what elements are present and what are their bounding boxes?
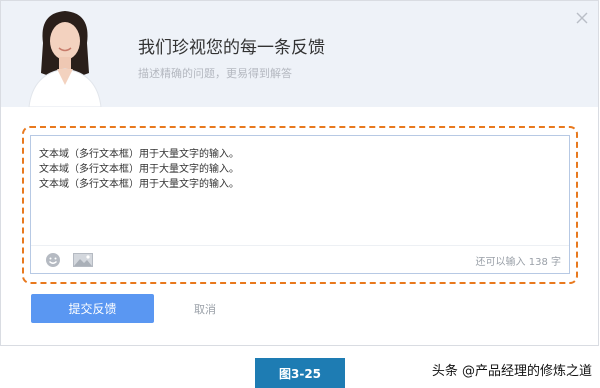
feedback-dialog: 我们珍视您的每一条反馈 描述精确的问题，更易得到解答 文本域（多行文本框）用于大…	[0, 0, 599, 346]
figure-caption: 图3-25	[255, 358, 345, 388]
dialog-title: 我们珍视您的每一条反馈	[138, 38, 325, 58]
feedback-textarea-container: 文本域（多行文本框）用于大量文字的输入。 文本域（多行文本框）用于大量文字的输入…	[30, 135, 570, 274]
dialog-header: 我们珍视您的每一条反馈 描述精确的问题，更易得到解答	[1, 1, 598, 107]
emoji-icon[interactable]	[45, 252, 61, 268]
support-agent-avatar	[28, 11, 102, 107]
textarea-line: 文本域（多行文本框）用于大量文字的输入。	[39, 149, 239, 160]
textarea-line: 文本域（多行文本框）用于大量文字的输入。	[39, 179, 239, 190]
textarea-line: 文本域（多行文本框）用于大量文字的输入。	[39, 164, 239, 175]
cancel-button[interactable]: 取消	[183, 294, 227, 323]
watermark: 头条 @产品经理的修炼之道	[431, 364, 592, 379]
image-icon[interactable]	[73, 253, 93, 267]
dialog-subtitle: 描述精确的问题，更易得到解答	[138, 67, 292, 80]
close-icon[interactable]	[575, 11, 589, 25]
textarea-toolbar: 还可以输入 138 字	[31, 245, 569, 274]
submit-feedback-button[interactable]: 提交反馈	[31, 294, 154, 323]
character-counter: 还可以输入 138 字	[475, 257, 561, 268]
feedback-textarea[interactable]: 文本域（多行文本框）用于大量文字的输入。 文本域（多行文本框）用于大量文字的输入…	[31, 136, 569, 244]
